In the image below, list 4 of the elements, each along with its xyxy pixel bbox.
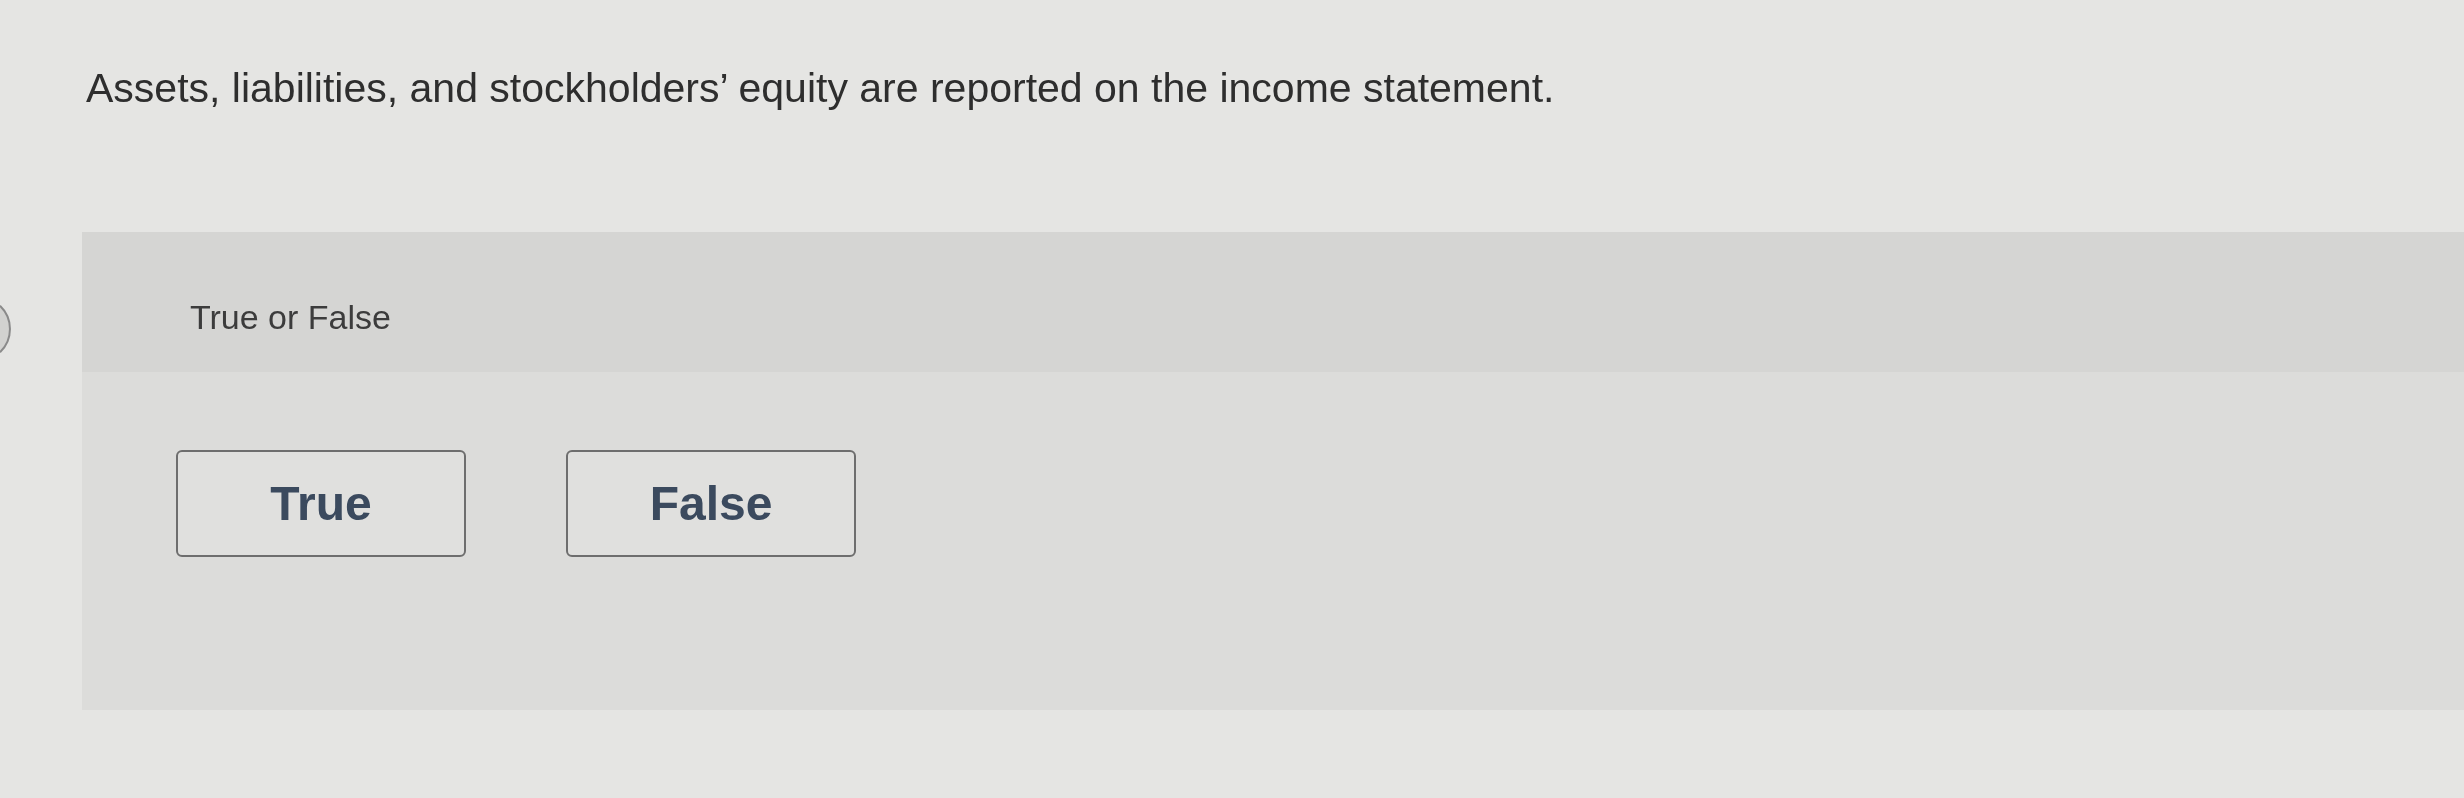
answer-option-button[interactable]: True — [176, 450, 466, 558]
question-text: Assets, liabilities, and stockholders’ equity are reported on the income statement. — [86, 64, 1555, 113]
answer-option-button[interactable]: False — [566, 450, 856, 558]
prompt-text: True or False — [190, 298, 391, 337]
